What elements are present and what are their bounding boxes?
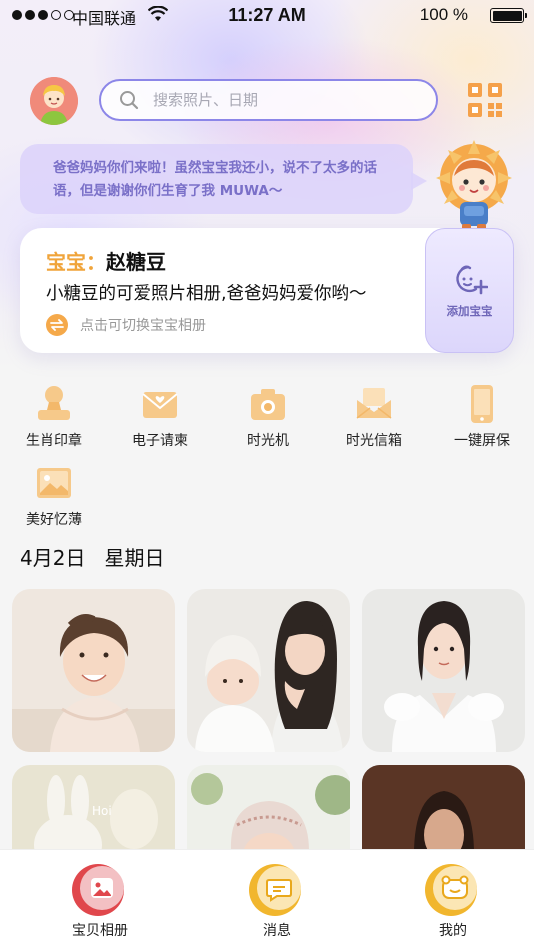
qr-code-icon[interactable] bbox=[467, 82, 503, 118]
switch-hint-text: 点击可切换宝宝相册 bbox=[80, 318, 206, 334]
greeting-bubble: 爸爸妈妈你们来啦！虽然宝宝我还小，说不了太多的话语，但是谢谢你们生育了我 MUW… bbox=[20, 144, 427, 214]
feature-screensaver[interactable]: 一键屏保 bbox=[437, 384, 527, 450]
tab-baby-album-label: 宝贝相册 bbox=[72, 923, 128, 939]
girl-white-dress-photo-image bbox=[362, 589, 525, 752]
camera-icon bbox=[251, 389, 285, 420]
child-photo-image bbox=[12, 589, 175, 752]
feature-invitation-label: 电子请柬 bbox=[132, 433, 188, 449]
sun-mascot-icon bbox=[436, 140, 512, 230]
feature-invitation[interactable]: 电子请柬 bbox=[115, 384, 205, 450]
feature-stamp-label: 生肖印章 bbox=[26, 433, 82, 449]
album-description: 小糖豆的可爱照片相册,爸爸妈妈爱你哟～ bbox=[46, 284, 367, 304]
battery-percent: 100 % bbox=[419, 5, 468, 24]
avatar[interactable] bbox=[30, 77, 78, 125]
feature-mailbox-label: 时光信箱 bbox=[346, 433, 402, 449]
add-baby-label: 添加宝宝 bbox=[446, 304, 493, 318]
tab-mine-label: 我的 bbox=[439, 923, 467, 939]
search-icon bbox=[120, 91, 139, 110]
switch-icon bbox=[46, 314, 68, 336]
album-icon bbox=[37, 468, 71, 498]
feature-stamp[interactable]: 生肖印章 bbox=[9, 384, 99, 450]
svg-text:Hoi: Hoi bbox=[92, 804, 112, 818]
photo-thumbnail[interactable] bbox=[187, 589, 350, 752]
date-text: 4月2日 bbox=[20, 546, 86, 570]
photo-album-icon bbox=[72, 864, 124, 916]
switch-album-hint[interactable]: 点击可切换宝宝相册 bbox=[46, 314, 206, 336]
photo-thumbnail[interactable] bbox=[12, 589, 175, 752]
profile-icon bbox=[425, 864, 477, 916]
mailbox-icon bbox=[356, 388, 392, 419]
add-baby-icon bbox=[455, 265, 488, 295]
status-bar: 中国联通 11:27 AM 100 % bbox=[0, 0, 534, 32]
feature-mailbox[interactable]: 时光信箱 bbox=[329, 384, 419, 450]
weekday-text: 星期日 bbox=[104, 546, 165, 570]
tab-messages-label: 消息 bbox=[263, 923, 291, 939]
date-heading: 4月2日 星期日 bbox=[20, 542, 165, 571]
greeting-text: 爸爸妈妈你们来啦！虽然宝宝我还小，说不了太多的话语，但是谢谢你们生育了我 MUW… bbox=[53, 160, 377, 199]
photo-thumbnail[interactable] bbox=[362, 589, 525, 752]
message-icon bbox=[249, 864, 301, 916]
feature-time-machine[interactable]: 时光机 bbox=[223, 384, 313, 450]
baby-avatar-icon bbox=[30, 77, 78, 125]
phone-icon bbox=[471, 385, 493, 423]
baby-name-row: 宝宝：赵糖豆 bbox=[46, 246, 166, 275]
add-baby-button[interactable]: 添加宝宝 bbox=[425, 228, 514, 353]
bottom-tab-bar: 宝贝相册 消息 我的 bbox=[0, 849, 534, 950]
feature-time-machine-label: 时光机 bbox=[247, 433, 289, 449]
baby-name: 赵糖豆 bbox=[106, 250, 166, 274]
feature-album[interactable]: 美好忆薄 bbox=[9, 463, 99, 529]
stamp-icon bbox=[38, 386, 70, 420]
search-input[interactable] bbox=[153, 91, 413, 109]
battery-icon bbox=[490, 8, 527, 23]
mother-baby-photo-image bbox=[187, 589, 350, 752]
feature-album-label: 美好忆薄 bbox=[26, 512, 82, 528]
search-bar[interactable] bbox=[99, 79, 438, 121]
invitation-icon bbox=[142, 392, 178, 418]
baby-label: 宝宝： bbox=[46, 250, 106, 274]
feature-screensaver-label: 一键屏保 bbox=[454, 433, 510, 449]
